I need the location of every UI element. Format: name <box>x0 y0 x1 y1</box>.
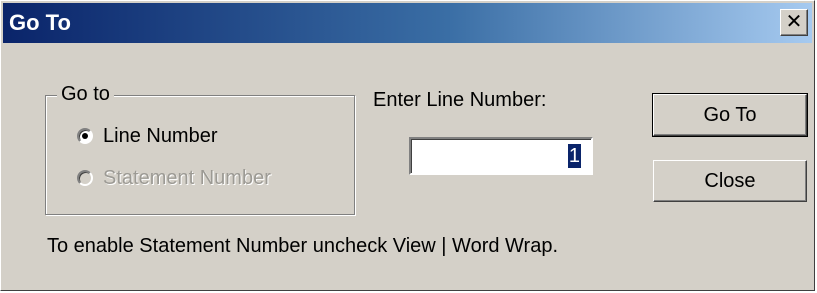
goto-dialog: Go To ✕ Go to Line Number Statement Numb… <box>0 0 815 291</box>
goto-group-legend: Go to <box>57 81 114 107</box>
close-icon[interactable]: ✕ <box>780 9 808 36</box>
radio-line-number-label: Line Number <box>103 125 218 147</box>
line-number-value: 1 <box>567 144 581 168</box>
close-button[interactable]: Close <box>653 160 807 202</box>
radio-disabled-icon <box>77 170 93 186</box>
dialog-title: Go To <box>9 10 71 35</box>
radio-line-number[interactable]: Line Number <box>77 123 218 149</box>
line-number-input[interactable]: 1 <box>409 137 593 175</box>
title-bar[interactable]: Go To ✕ <box>3 3 812 43</box>
line-number-label: Enter Line Number: <box>373 89 547 111</box>
go-to-button[interactable]: Go To <box>652 93 808 137</box>
goto-groupbox <box>45 95 355 215</box>
word-wrap-hint: To enable Statement Number uncheck View … <box>47 235 559 257</box>
radio-statement-number-label: Statement Number <box>103 167 271 189</box>
radio-statement-number: Statement Number <box>77 165 271 191</box>
radio-selected-icon[interactable] <box>77 128 93 144</box>
